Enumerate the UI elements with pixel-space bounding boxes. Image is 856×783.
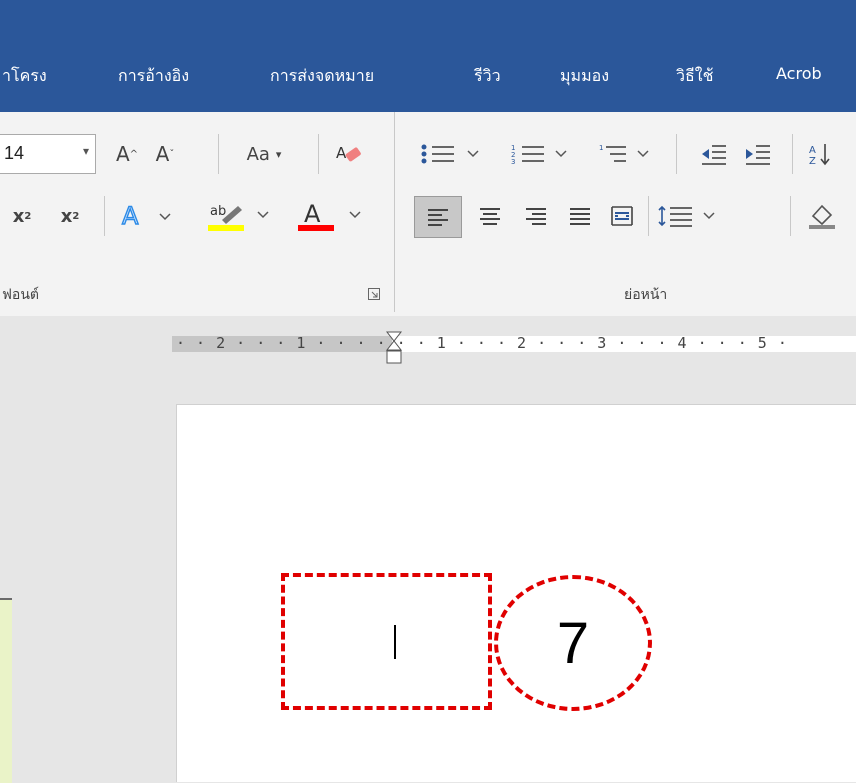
paragraph-group-label: ย่อหน้า <box>624 287 668 303</box>
group-divider <box>394 112 395 312</box>
line-spacing-icon[interactable] <box>654 198 730 234</box>
left-window-strip <box>0 598 12 783</box>
shading-icon[interactable] <box>800 198 844 234</box>
tab-view[interactable]: มุมมอง <box>560 64 609 89</box>
sort-icon[interactable]: AZ <box>804 136 844 172</box>
clear-formatting-icon[interactable]: A <box>330 136 366 172</box>
svg-text:A: A <box>304 200 321 228</box>
title-bar <box>0 0 856 38</box>
align-center-icon[interactable] <box>472 198 508 234</box>
divider <box>792 134 793 174</box>
text-effects-icon[interactable]: A <box>118 198 178 234</box>
divider <box>318 134 319 174</box>
divider <box>676 134 677 174</box>
font-size-box[interactable]: 14 ▾ <box>0 134 96 174</box>
distributed-icon[interactable] <box>604 198 640 234</box>
indent-marker-icon[interactable] <box>384 330 404 370</box>
ruler-ticks: · · 2 · · · 1 · · · · · · 1 · · · 2 · · … <box>176 334 788 352</box>
document-page[interactable] <box>176 404 856 782</box>
horizontal-ruler[interactable]: · · 2 · · · 1 · · · · · · 1 · · · 2 · · … <box>172 334 856 352</box>
step-callout: 7 <box>494 575 652 711</box>
divider <box>648 196 649 236</box>
font-size-value[interactable]: 14 <box>4 143 24 164</box>
shrink-font-icon[interactable]: Aˇ <box>150 136 180 172</box>
numbering-icon[interactable]: 123 <box>508 136 578 172</box>
multilevel-list-icon[interactable]: 1 <box>596 136 666 172</box>
tab-references[interactable]: การอ้างอิง <box>118 64 189 89</box>
grow-font-icon[interactable]: A ^ <box>112 136 142 172</box>
subscript-icon[interactable]: x2 <box>2 198 42 234</box>
step-number: 7 <box>556 610 590 676</box>
tab-help[interactable]: วิธีใช้ <box>676 64 713 89</box>
text-cursor <box>394 625 396 659</box>
decrease-indent-icon[interactable] <box>696 136 732 172</box>
svg-text:1: 1 <box>599 144 603 152</box>
divider <box>790 196 791 236</box>
highlight-box <box>281 573 492 710</box>
justify-icon[interactable] <box>562 198 598 234</box>
increase-indent-icon[interactable] <box>740 136 776 172</box>
ruler-area: · · 2 · · · 1 · · · · · · 1 · · · 2 · · … <box>0 316 856 366</box>
divider <box>218 134 219 174</box>
svg-text:A: A <box>336 144 347 162</box>
align-right-icon[interactable] <box>518 198 554 234</box>
ribbon-tabs: าโครง การอ้างอิง การส่งจดหมาย รีวิว มุมม… <box>0 38 856 112</box>
bullets-icon[interactable] <box>416 136 486 172</box>
superscript-icon[interactable]: x2 <box>50 198 90 234</box>
ribbon: 14 ▾ A^ Aˇ Aa▾ A 123 1 AZ x2 x2 A ab A <box>0 112 856 317</box>
change-case-button[interactable]: Aa ▾ <box>232 136 296 172</box>
svg-text:A: A <box>809 145 816 156</box>
divider <box>104 196 105 236</box>
svg-text:A: A <box>122 202 139 230</box>
svg-text:3: 3 <box>511 158 515 166</box>
tab-acrobat[interactable]: Acrob <box>776 64 822 83</box>
tab-review[interactable]: รีวิว <box>474 64 501 89</box>
text-highlight-icon[interactable]: ab <box>200 196 276 236</box>
font-group-label: ฟอนต์ <box>2 287 39 303</box>
dialog-launcher-icon[interactable] <box>366 286 382 302</box>
align-left-button[interactable] <box>414 196 462 238</box>
tab-design[interactable]: าโครง <box>2 64 47 89</box>
svg-text:Z: Z <box>809 156 816 166</box>
chevron-down-icon[interactable]: ▾ <box>83 144 89 158</box>
font-color-icon[interactable]: A <box>290 196 370 236</box>
change-case-label: Aa <box>246 143 270 165</box>
tab-mailings[interactable]: การส่งจดหมาย <box>270 64 374 89</box>
svg-text:ab: ab <box>210 204 226 219</box>
